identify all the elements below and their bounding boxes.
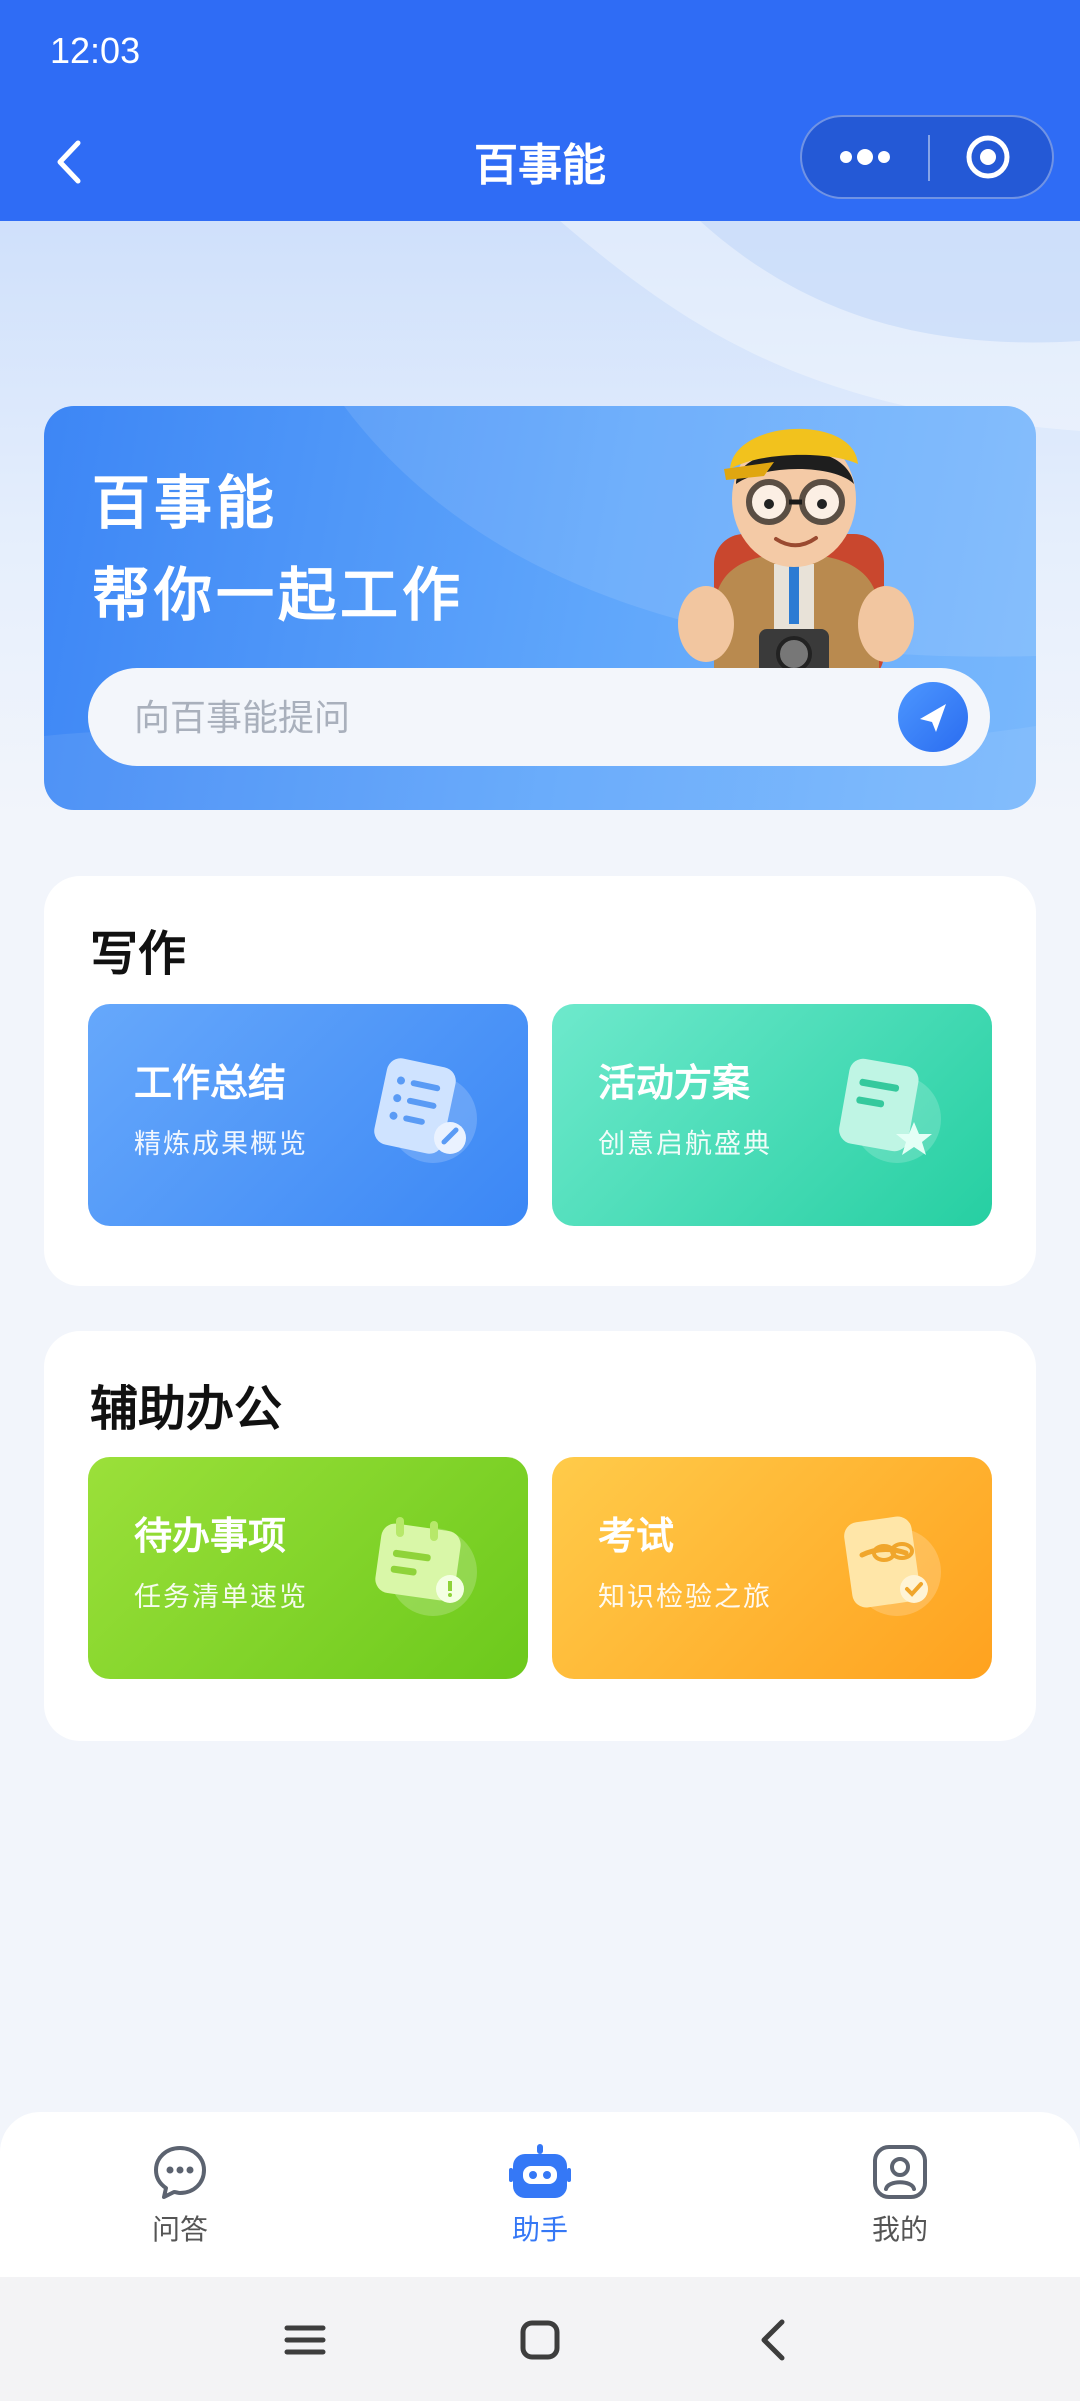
card-todo[interactable]: 待办事项 任务清单速览 (88, 1457, 528, 1679)
exam-scroll-icon (844, 1516, 941, 1616)
card-event-plan[interactable]: 活动方案 创意启航盛典 (552, 1004, 992, 1226)
home-button[interactable] (505, 2305, 575, 2375)
card-description: 任务清单速览 (134, 1582, 308, 1613)
target-circle-icon (966, 135, 1010, 179)
section-office: 辅助办公 待办事项 任务清单速览 考试 知识检验之旅 (44, 1331, 1036, 1741)
close-miniprogram-button[interactable] (930, 117, 1052, 197)
nav-bar: 百事能 (0, 105, 1080, 221)
tab-assistant[interactable]: 助手 (450, 2142, 630, 2262)
more-dots-icon (840, 149, 890, 165)
menu-lines-icon (284, 2325, 326, 2355)
hero-banner: 百事能 帮你一起工作 (44, 406, 1036, 810)
card-work-summary[interactable]: 工作总结 精炼成果概览 (88, 1004, 528, 1226)
home-square-icon (520, 2320, 560, 2360)
send-arrow-icon (920, 704, 946, 732)
hero-subtitle: 帮你一起工作 (92, 561, 465, 629)
hero-title: 百事能 (92, 469, 279, 537)
section-title: 写作 (90, 926, 187, 982)
mascot-illustration (678, 428, 914, 684)
chat-icon (154, 2146, 206, 2199)
tab-qa[interactable]: 问答 (90, 2142, 270, 2262)
tab-bar: 问答 助手 我的 (0, 2112, 1080, 2277)
tab-label: 我的 (871, 2213, 928, 2246)
robot-icon (509, 2144, 571, 2198)
ask-input[interactable] (132, 668, 896, 768)
section-writing: 写作 工作总结 精炼成果概览 活动方案 创意启航盛典 (44, 876, 1036, 1286)
system-back-button[interactable] (740, 2305, 810, 2375)
card-description: 创意启航盛典 (598, 1129, 772, 1160)
tab-mine[interactable]: 我的 (810, 2142, 990, 2262)
recent-apps-button[interactable] (270, 2305, 340, 2375)
ask-box (88, 668, 990, 768)
system-navigation-bar (0, 2277, 1080, 2401)
back-chevron-icon (761, 2319, 785, 2361)
star-document-icon (839, 1058, 941, 1163)
card-title: 活动方案 (598, 1061, 751, 1105)
more-button[interactable] (802, 117, 928, 197)
document-list-icon (374, 1058, 477, 1163)
card-title: 考试 (598, 1514, 675, 1558)
section-title: 辅助办公 (90, 1381, 283, 1437)
card-description: 精炼成果概览 (134, 1129, 308, 1160)
status-time: 12:03 (50, 30, 141, 71)
mini-program-capsule (800, 115, 1054, 199)
card-title: 待办事项 (134, 1514, 287, 1558)
send-button[interactable] (898, 682, 968, 752)
status-bar: 12:03 (0, 0, 1080, 105)
card-title: 工作总结 (134, 1061, 287, 1105)
tab-label: 助手 (511, 2213, 568, 2246)
card-exam[interactable]: 考试 知识检验之旅 (552, 1457, 992, 1679)
profile-icon (873, 2145, 927, 2199)
tab-label: 问答 (151, 2213, 208, 2246)
calendar-icon (375, 1517, 477, 1616)
card-description: 知识检验之旅 (598, 1582, 772, 1613)
